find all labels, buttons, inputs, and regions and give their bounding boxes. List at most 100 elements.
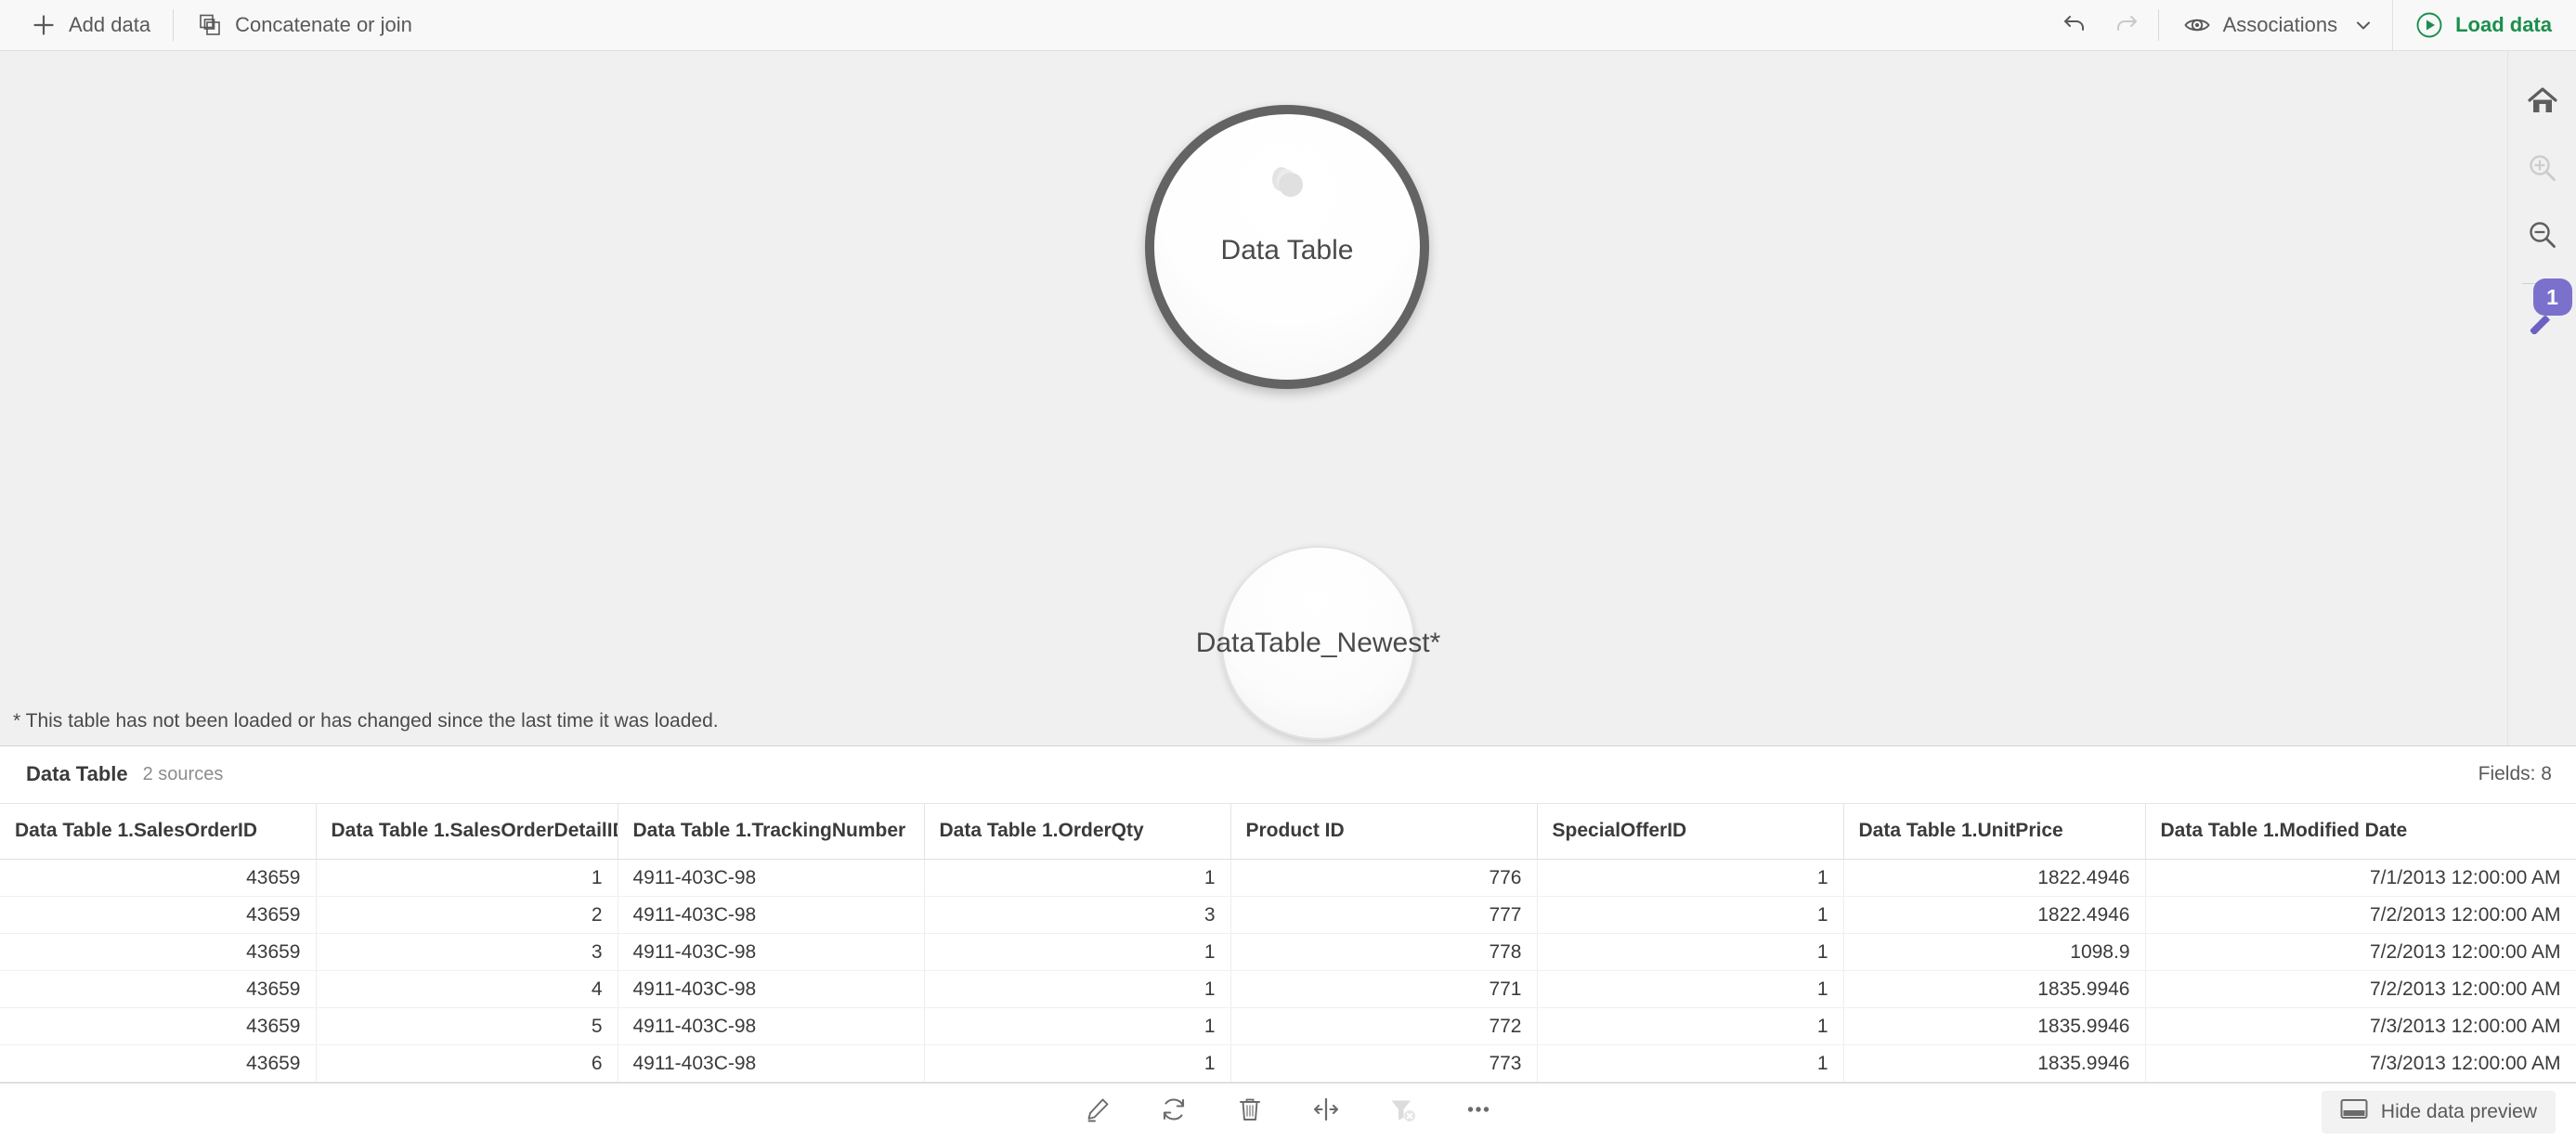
column-header[interactable]: Data Table 1.SalesOrderDetailID (316, 803, 618, 860)
redo-button[interactable] (2101, 0, 2153, 51)
associations-label: Associations (2222, 13, 2338, 36)
table-header-row: Data Table 1.SalesOrderID Data Table 1.Sa… (0, 803, 2576, 860)
chevron-down-icon (2349, 11, 2377, 39)
table-cell: 1 (924, 1044, 1231, 1082)
canvas-tool-rail: 1 (2507, 51, 2576, 745)
redo-icon (2112, 8, 2141, 43)
home-button[interactable] (2517, 77, 2569, 129)
table-cell: 43659 (0, 933, 317, 971)
table-bubble-datatable-newest[interactable]: DataTable_Newest* (1196, 546, 1440, 740)
table-cell: 1 (1537, 970, 1844, 1008)
table-cell: 771 (1230, 970, 1538, 1008)
bottom-toolbar: Hide data preview (0, 1082, 2576, 1140)
table-cell: 1 (1537, 896, 1844, 934)
table-cell: 1 (1537, 933, 1844, 971)
table-cell: 43659 (0, 1044, 317, 1082)
table-cell: 1 (1537, 1044, 1844, 1082)
add-data-button[interactable]: Add data (13, 0, 167, 51)
column-header[interactable]: Data Table 1.TrackingNumber (618, 803, 925, 860)
recommendations-badge: 1 (2532, 279, 2572, 316)
table-cell: 4911-403C-98 (618, 859, 925, 897)
table-cell: 7/2/2013 12:00:00 AM (2145, 970, 2576, 1008)
load-data-label: Load data (2455, 13, 2552, 36)
table-row[interactable]: 43659 1 4911-403C-98 1 776 1 1822.4946 7/1/2013… (0, 859, 2576, 897)
more-options-button[interactable] (1451, 1089, 1506, 1135)
table-cell: 1822.4946 (1843, 896, 2146, 934)
table-cell: 1822.4946 (1843, 859, 2146, 897)
home-icon (2527, 85, 2558, 122)
table-bubble-data-table[interactable]: Data Table (1145, 105, 1429, 389)
associations-button[interactable]: Associations (2165, 0, 2393, 51)
table-cell: 776 (1230, 859, 1538, 897)
toolbar-divider-1 (173, 9, 175, 41)
table-row[interactable]: 43659 2 4911-403C-98 3 777 1 1822.4946 7/2/2013… (0, 896, 2576, 934)
table-cell: 3 (316, 933, 618, 971)
auto-recommend-button[interactable]: 1 (2517, 279, 2572, 345)
column-header[interactable]: Data Table 1.SalesOrderID (0, 803, 317, 860)
data-preview-panel: Data Table 2 sources Fields: 8 Data Tabl… (0, 745, 2576, 1082)
table-cell: 43659 (0, 970, 317, 1008)
table-cell: 1 (1537, 859, 1844, 897)
data-preview-header: Data Table 2 sources Fields: 8 (0, 746, 2576, 804)
zoom-out-icon (2527, 219, 2558, 255)
column-header[interactable]: SpecialOfferID (1537, 803, 1844, 860)
split-icon (1311, 1095, 1341, 1129)
zoom-in-button[interactable] (2517, 144, 2569, 196)
table-cell: 1 (1537, 1007, 1844, 1045)
clear-filter-icon (1387, 1095, 1417, 1129)
zoom-out-button[interactable] (2517, 211, 2569, 263)
trash-icon (1235, 1095, 1265, 1129)
table-bubble-label: Data Table (1220, 235, 1354, 266)
data-manager-app: Add data Concatenate or join Association… (0, 0, 2576, 1140)
zoom-in-icon (2527, 152, 2558, 188)
preview-table-title: Data Table (26, 762, 128, 785)
table-cell: 1 (924, 859, 1231, 897)
toolbar-divider-2 (2157, 9, 2159, 41)
table-cell: 7/3/2013 12:00:00 AM (2145, 1044, 2576, 1082)
hide-data-preview-label: Hide data preview (2380, 1100, 2537, 1122)
table-cell: 1835.9946 (1843, 1007, 2146, 1045)
toolbar-right-group: Associations Load data (2049, 0, 2576, 51)
delete-table-button[interactable] (1222, 1089, 1278, 1135)
concatenate-or-join-button[interactable]: Concatenate or join (179, 0, 429, 51)
load-data-button[interactable]: Load data (2393, 0, 2576, 51)
concatenate-or-join-label: Concatenate or join (235, 13, 412, 36)
refresh-icon (1159, 1095, 1189, 1129)
table-cell: 4911-403C-98 (618, 896, 925, 934)
preview-panel-icon (2340, 1097, 2368, 1127)
table-cell: 1 (924, 970, 1231, 1008)
table-cell: 2 (316, 896, 618, 934)
edit-table-button[interactable] (1070, 1089, 1125, 1135)
table-cell: 4911-403C-98 (618, 970, 925, 1008)
undo-icon (2060, 8, 2089, 43)
table-cell: 778 (1230, 933, 1538, 971)
table-bubble-label: DataTable_Newest* (1195, 627, 1441, 658)
concatenate-icon (196, 11, 224, 39)
plus-icon (30, 11, 58, 39)
table-row[interactable]: 43659 6 4911-403C-98 1 773 1 1835.9946 7/3/2013… (0, 1044, 2576, 1082)
hide-data-preview-button[interactable]: Hide data preview (2321, 1090, 2556, 1134)
table-cell: 6 (316, 1044, 618, 1082)
add-data-label: Add data (69, 13, 151, 36)
associations-canvas[interactable]: Data Table DataTable_Newest* * This tabl… (0, 51, 2576, 745)
undo-button[interactable] (2049, 0, 2101, 51)
data-preview-table-wrapper[interactable]: Data Table 1.SalesOrderID Data Table 1.Sa… (0, 803, 2576, 1082)
table-cell: 1835.9946 (1843, 970, 2146, 1008)
table-cell: 1 (924, 933, 1231, 971)
table-body: 43659 1 4911-403C-98 1 776 1 1822.4946 7/1/2013… (0, 859, 2576, 1082)
preview-fields-count: Fields: 8 (2478, 763, 2552, 784)
table-cell: 4911-403C-98 (618, 933, 925, 971)
column-header[interactable]: Product ID (1230, 803, 1538, 860)
table-cell: 1 (316, 859, 618, 897)
clear-filter-button[interactable] (1374, 1089, 1430, 1135)
table-row[interactable]: 43659 4 4911-403C-98 1 771 1 1835.9946 7/2/2013… (0, 970, 2576, 1008)
table-cell: 4911-403C-98 (618, 1044, 925, 1082)
table-cell: 7/3/2013 12:00:00 AM (2145, 1007, 2576, 1045)
column-header[interactable]: Data Table 1.UnitPrice (1843, 803, 2146, 860)
table-row[interactable]: 43659 5 4911-403C-98 1 772 1 1835.9946 7/3/2013… (0, 1007, 2576, 1045)
refresh-table-button[interactable] (1146, 1089, 1202, 1135)
column-header[interactable]: Data Table 1.Modified Date (2145, 803, 2576, 860)
split-table-button[interactable] (1298, 1089, 1354, 1135)
column-header[interactable]: Data Table 1.OrderQty (924, 803, 1231, 860)
table-row[interactable]: 43659 3 4911-403C-98 1 778 1 1098.9 7/2/2013 12… (0, 933, 2576, 971)
